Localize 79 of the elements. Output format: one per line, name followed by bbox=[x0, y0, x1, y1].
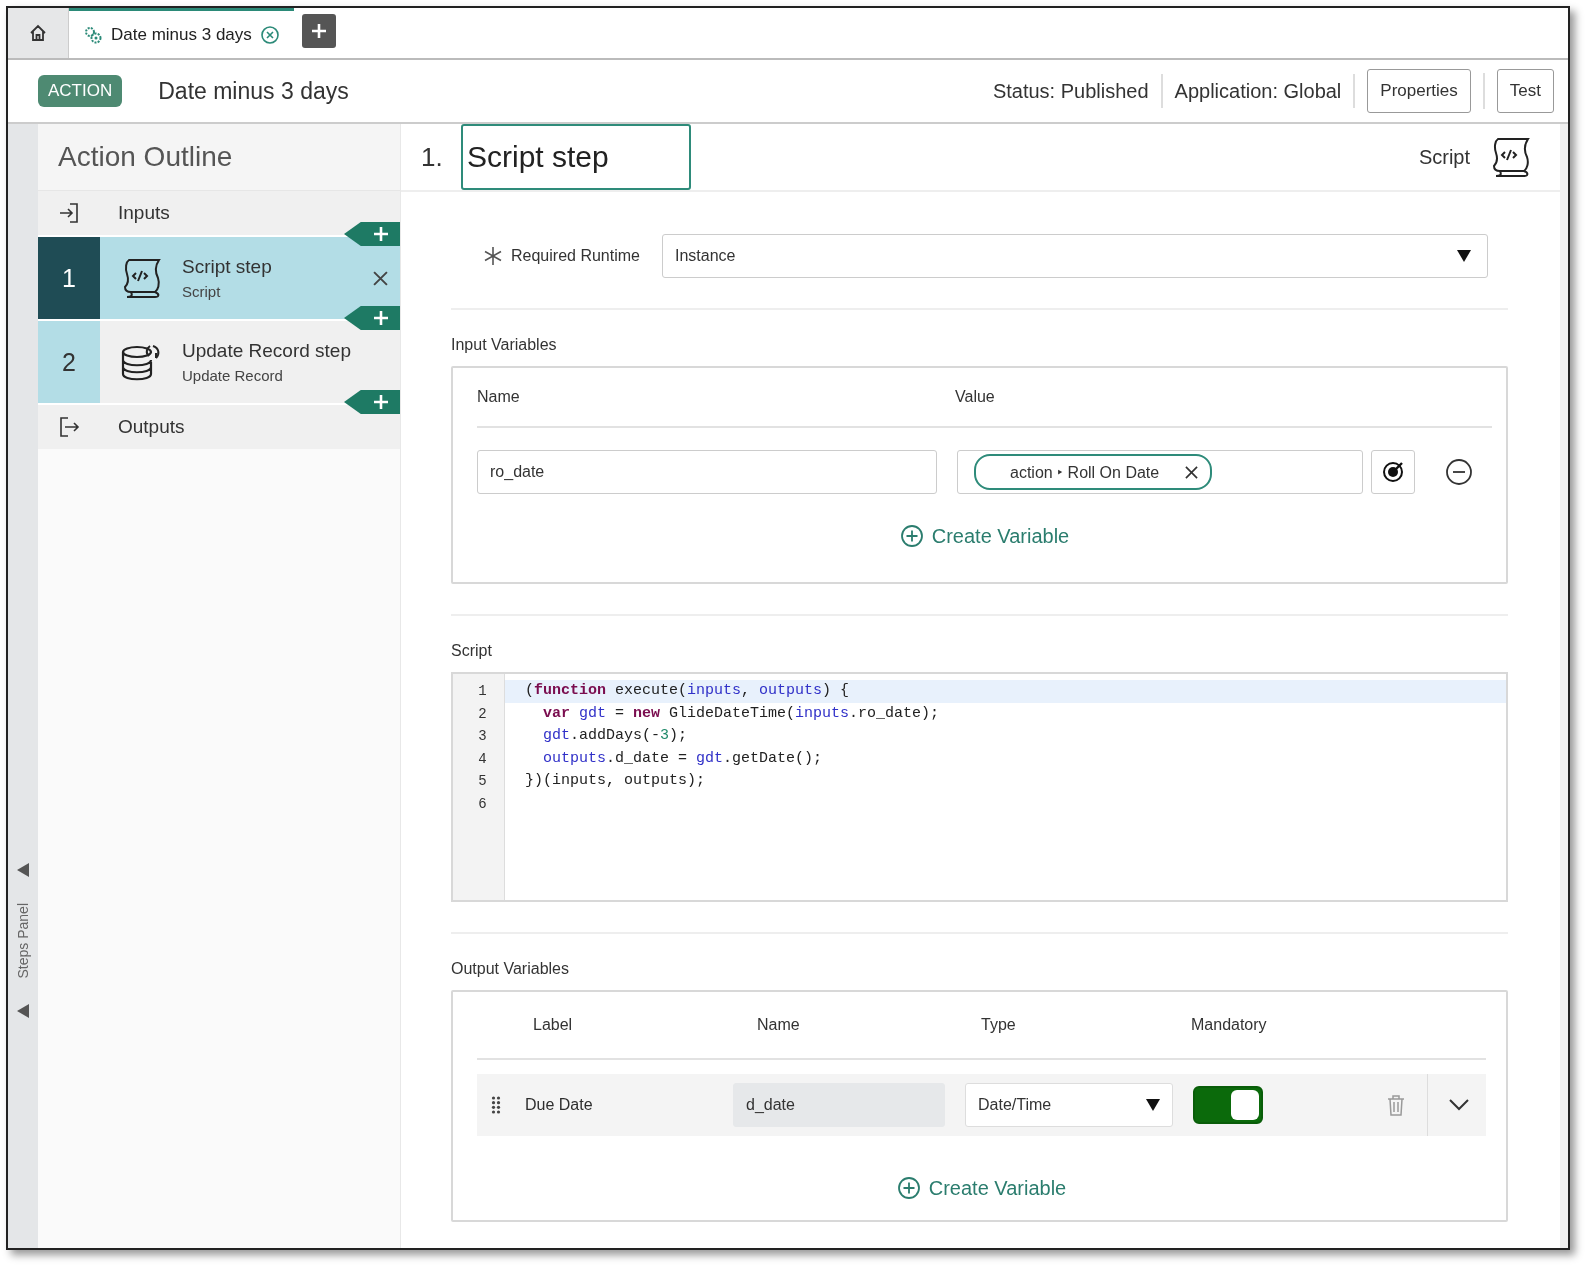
drag-handle-icon[interactable] bbox=[491, 1096, 501, 1114]
create-variable-link[interactable]: Create Variable bbox=[899, 524, 1070, 548]
collapse-arrow-icon[interactable] bbox=[17, 862, 29, 877]
step-name-field[interactable]: Script step bbox=[461, 124, 691, 190]
line-number: 4 bbox=[477, 749, 488, 769]
column-header: Label bbox=[533, 1016, 574, 1034]
add-icon bbox=[899, 524, 924, 548]
chevron-down-icon[interactable] bbox=[1448, 1098, 1470, 1112]
value-field[interactable]: action ‣ Roll On Date bbox=[957, 450, 1363, 494]
sign-out-icon bbox=[57, 415, 81, 439]
tab[interactable] bbox=[8, 8, 69, 58]
line-number: 1 bbox=[477, 682, 488, 701]
outputs-item[interactable]: Outputs bbox=[38, 403, 400, 449]
action-badge: ACTION bbox=[38, 75, 123, 107]
code-line: outputs.d_date = gdt.getDate(); bbox=[542, 748, 824, 769]
home-icon[interactable] bbox=[28, 23, 48, 43]
asterisk-icon bbox=[483, 246, 503, 266]
remove-pill-icon[interactable] bbox=[1185, 465, 1199, 479]
line-number: 6 bbox=[477, 794, 488, 814]
caret-down-icon bbox=[1146, 1099, 1160, 1111]
code-line: gdt.addDays(-3); bbox=[542, 726, 689, 746]
section-title: Output Variables bbox=[451, 960, 570, 978]
column-header: Mandatory bbox=[1191, 1016, 1267, 1034]
data-pill-picker-button[interactable] bbox=[1371, 450, 1415, 494]
plus-icon bbox=[372, 309, 390, 327]
caret-down-icon bbox=[1457, 250, 1471, 262]
mandatory-toggle[interactable] bbox=[1193, 1086, 1263, 1124]
step-number: 2 bbox=[38, 321, 100, 403]
inputs-item[interactable]: Inputs bbox=[38, 191, 400, 235]
steps-panel-label[interactable]: Steps Panel bbox=[15, 902, 31, 978]
create-variable-link[interactable]: Create Variable bbox=[896, 1176, 1067, 1200]
line-number: 5 bbox=[477, 772, 488, 791]
remove-icon[interactable] bbox=[1445, 458, 1473, 486]
runtime-select[interactable]: Instance bbox=[661, 234, 1488, 278]
name-field: d_date bbox=[733, 1083, 945, 1127]
step-type: Update Record bbox=[182, 367, 284, 384]
line-number: 3 bbox=[477, 727, 488, 746]
required-runtime-label: Required Runtime bbox=[511, 247, 640, 265]
step-number: 1 bbox=[38, 237, 100, 319]
action-title: Date minus 3 days bbox=[158, 77, 350, 105]
new-tab-button[interactable] bbox=[301, 14, 336, 48]
tab-label[interactable]: Date minus 3 days bbox=[111, 24, 252, 45]
line-number: 2 bbox=[477, 704, 488, 724]
test-button[interactable]: Test bbox=[1496, 69, 1554, 113]
delete-icon[interactable] bbox=[373, 270, 388, 286]
data-pill-picker-icon bbox=[1381, 460, 1405, 484]
name-field[interactable]: ro_date bbox=[477, 450, 937, 494]
column-header: Name bbox=[757, 1016, 801, 1034]
step-item[interactable]: 2 Update Record step Update Record bbox=[38, 319, 400, 403]
step-type-label: Script bbox=[1418, 145, 1470, 169]
variable-label: Due Date bbox=[525, 1096, 594, 1114]
sign-in-icon bbox=[57, 201, 81, 225]
column-header: Value bbox=[955, 388, 995, 406]
close-icon[interactable] bbox=[259, 24, 280, 45]
properties-button[interactable]: Properties bbox=[1367, 69, 1471, 113]
code-line: var gdt = new GlideDateTime(inputs.ro_date); bbox=[542, 703, 941, 724]
gears-icon bbox=[83, 24, 103, 45]
type-select[interactable]: Date/Time bbox=[965, 1083, 1173, 1127]
step-type: Script bbox=[182, 283, 222, 300]
section-title: Input Variables bbox=[451, 336, 558, 354]
step-name: Script step bbox=[182, 256, 273, 278]
add-icon bbox=[896, 1176, 921, 1200]
data-pill[interactable]: action ‣ Roll On Date bbox=[974, 454, 1213, 490]
plus-icon bbox=[309, 22, 328, 40]
step-name: Update Record step bbox=[182, 340, 352, 362]
outline-title: Action Outline bbox=[38, 124, 400, 191]
status-label: Status: Published bbox=[980, 74, 1163, 108]
section-title: Script bbox=[451, 642, 493, 660]
collapse-arrow-icon[interactable] bbox=[17, 1004, 29, 1018]
step-item[interactable]: 1 Script step Script bbox=[38, 235, 400, 319]
code-line: })(inputs, outputs); bbox=[524, 771, 707, 791]
trash-icon[interactable] bbox=[1387, 1094, 1405, 1116]
step-number: 1. bbox=[421, 141, 444, 173]
application-label: Application: Global bbox=[1162, 74, 1356, 108]
plus-icon bbox=[372, 393, 390, 411]
column-header: Name bbox=[477, 388, 521, 406]
plus-icon bbox=[372, 225, 390, 243]
column-header: Type bbox=[981, 1016, 1017, 1034]
code-editor[interactable]: 1 2 3 4 5 6 (function execute(inputs, outputs) { var gdt = new GlideDateTime(inputs.ro_date); gdt.addDays(-3); outputs.d_date = gdt.getDate(); })(inputs, outputs); bbox=[451, 672, 1508, 902]
